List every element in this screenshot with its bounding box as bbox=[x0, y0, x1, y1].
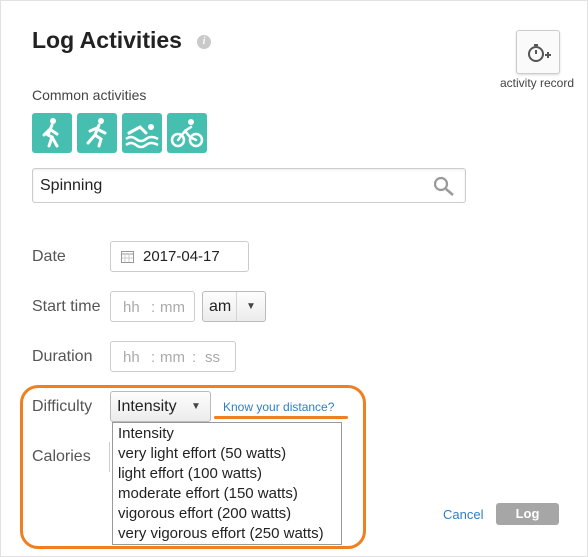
start-time-field[interactable]: hh : mm bbox=[110, 291, 195, 322]
dur-ss-placeholder: ss bbox=[205, 349, 220, 366]
cycling-icon[interactable] bbox=[167, 113, 207, 153]
dialog-title: Log Activities bbox=[32, 27, 182, 53]
walking-icon[interactable] bbox=[32, 113, 72, 153]
activity-search-input[interactable]: Spinning bbox=[32, 168, 466, 203]
search-icon[interactable] bbox=[433, 176, 455, 196]
duration-field[interactable]: hh : mm : ss bbox=[110, 341, 236, 372]
ampm-select[interactable]: am ▼ bbox=[202, 291, 266, 322]
ampm-value: am bbox=[209, 298, 232, 315]
common-activities-label: Common activities bbox=[32, 87, 147, 103]
chevron-down-icon: ▼ bbox=[236, 292, 265, 321]
activity-record-label: activity record bbox=[500, 76, 575, 90]
log-activities-dialog: Log Activities i activity record Common … bbox=[0, 0, 588, 557]
date-label: Date bbox=[32, 248, 66, 265]
start-hh-placeholder: hh bbox=[123, 299, 140, 316]
start-mm-placeholder: mm bbox=[160, 299, 185, 316]
date-value: 2017-04-17 bbox=[143, 248, 220, 265]
cancel-button[interactable]: Cancel bbox=[443, 507, 483, 522]
swimming-icon[interactable] bbox=[122, 113, 162, 153]
info-icon[interactable]: i bbox=[197, 35, 211, 49]
activity-record-button[interactable] bbox=[516, 30, 560, 74]
annotation-highlight-box bbox=[20, 385, 366, 549]
calendar-icon bbox=[121, 251, 134, 263]
duration-label: Duration bbox=[32, 348, 93, 365]
dur-hh-placeholder: hh bbox=[123, 349, 140, 366]
log-button[interactable]: Log bbox=[496, 503, 559, 525]
date-field[interactable]: 2017-04-17 bbox=[110, 241, 249, 272]
search-value: Spinning bbox=[40, 177, 103, 194]
start-time-label: Start time bbox=[32, 298, 101, 315]
dur-mm-placeholder: mm bbox=[160, 349, 185, 366]
running-icon[interactable] bbox=[77, 113, 117, 153]
stopwatch-add-icon bbox=[528, 44, 551, 62]
